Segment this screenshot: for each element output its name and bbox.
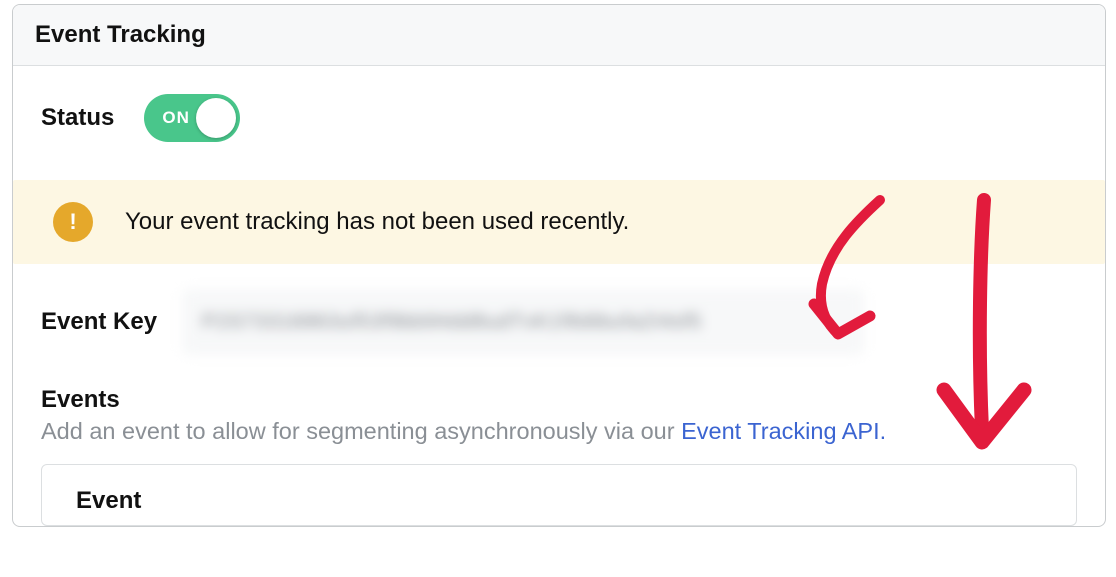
event-tracking-api-link[interactable]: Event Tracking API bbox=[681, 418, 880, 444]
warning-icon-glyph: ! bbox=[69, 209, 76, 235]
event-key-value: P2S73316863uf53f9bb94dd8udTvK1f8dtbufa2I… bbox=[202, 311, 702, 334]
notice-banner: ! Your event tracking has not been used … bbox=[13, 180, 1105, 264]
events-column-header: Event bbox=[76, 487, 1042, 515]
toggle-on-text: ON bbox=[162, 108, 190, 128]
events-title: Events bbox=[41, 386, 1083, 414]
events-table-header: Event bbox=[42, 465, 1076, 525]
events-desc-suffix: . bbox=[880, 418, 887, 444]
page-root: Event Tracking Status ON ! Your event tr… bbox=[0, 4, 1116, 577]
events-section-header: Events Add an event to allow for segment… bbox=[41, 386, 1083, 448]
events-table: Event bbox=[41, 464, 1077, 526]
panel-body: Status ON ! Your event tracking has not … bbox=[13, 66, 1105, 526]
events-description: Add an event to allow for segmenting asy… bbox=[41, 416, 1083, 448]
panel-title: Event Tracking bbox=[35, 21, 1083, 49]
toggle-knob bbox=[196, 98, 236, 138]
event-key-field[interactable]: P2S73316863uf53f9bb94dd8udTvK1f8dtbufa2I… bbox=[183, 290, 863, 354]
notice-text: Your event tracking has not been used re… bbox=[125, 208, 629, 236]
status-label: Status bbox=[41, 104, 114, 132]
event-key-label: Event Key bbox=[41, 308, 161, 336]
status-toggle[interactable]: ON bbox=[144, 94, 240, 142]
event-tracking-panel: Event Tracking Status ON ! Your event tr… bbox=[12, 4, 1106, 527]
warning-icon: ! bbox=[53, 202, 93, 242]
events-desc-prefix: Add an event to allow for segmenting asy… bbox=[41, 418, 681, 444]
panel-header: Event Tracking bbox=[13, 5, 1105, 66]
event-key-row: Event Key P2S73316863uf53f9bb94dd8udTvK1… bbox=[41, 290, 1083, 354]
status-row: Status ON bbox=[41, 94, 1083, 142]
